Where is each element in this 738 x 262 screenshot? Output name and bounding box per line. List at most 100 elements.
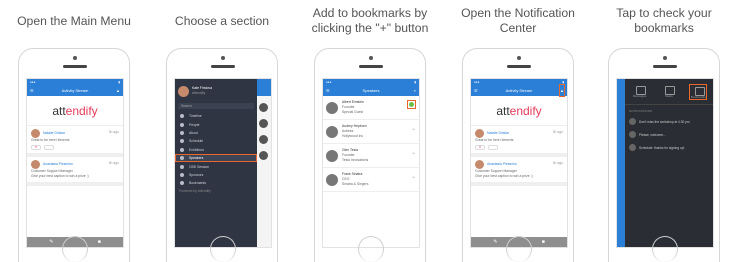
heart-icon[interactable]: ♥ xyxy=(475,145,485,150)
speaker-list: Albert Einstein Founder Special Guest Audr… xyxy=(323,96,419,192)
home-button xyxy=(210,236,236,262)
post-author[interactable]: Anastasia Piesenko xyxy=(43,162,73,167)
heart-icon[interactable]: ♥ xyxy=(31,145,41,150)
step-caption: Tap to check your bookmarks xyxy=(616,6,712,35)
post-time: 3h ago xyxy=(108,130,119,134)
drawer-profile[interactable]: Kate Firstova Attendify xyxy=(175,79,257,103)
speaker-row[interactable]: Albert Einstein Founder Special Guest xyxy=(323,96,419,120)
step-caption: Open the Notification Center xyxy=(461,6,575,35)
avatar xyxy=(31,129,40,138)
timeline-icon xyxy=(180,114,184,119)
notification-item[interactable]: Don't miss the workshop at 4:30 pm xyxy=(625,115,713,128)
avatar xyxy=(629,144,636,151)
menu-icon[interactable]: ☰ xyxy=(326,85,330,96)
post-time: 3h ago xyxy=(108,161,119,165)
menu-item-about[interactable]: About xyxy=(175,129,257,137)
avatar xyxy=(326,125,338,138)
menu-item-schedule[interactable]: Schedule xyxy=(175,137,257,145)
add-bookmark-button[interactable]: + xyxy=(412,175,415,181)
add-bookmark-button[interactable]: + xyxy=(412,127,415,133)
notification-item[interactable]: Please, welcome... xyxy=(625,128,713,141)
comment-icon[interactable] xyxy=(44,145,54,150)
phone-frame: Messages News Bookmarks NOTIFICATIONS Do… xyxy=(608,48,720,262)
phone-screen: Messages News Bookmarks NOTIFICATIONS Do… xyxy=(616,78,714,248)
tab-messages[interactable]: Messages xyxy=(631,84,649,100)
post-text: Great to be here! #events xyxy=(475,138,514,142)
bell-icon[interactable]: ▲ xyxy=(559,84,565,97)
post-author[interactable]: Anastasia Piesenko xyxy=(487,162,517,167)
notification-tabs: Messages News Bookmarks xyxy=(625,79,713,105)
people-icon xyxy=(180,122,184,127)
phone-frame: ●●● ▮ ☰ Activity Stream ▲ attendify Natal… xyxy=(18,48,130,262)
add-bookmark-button[interactable]: + xyxy=(412,151,415,157)
drawer-org: Attendify xyxy=(192,91,206,95)
menu-item-timeline[interactable]: Timeline xyxy=(175,112,257,120)
menu-item-speakers[interactable]: Speakers xyxy=(175,153,257,163)
speaker-row[interactable]: Frank Sinatra CEO Sinatra & Singers + xyxy=(323,168,419,192)
post-time: 3h ago xyxy=(552,130,563,134)
feed-post[interactable]: Natalie Dinklar 3h ago Great to be here!… xyxy=(471,126,567,157)
avatar xyxy=(475,160,484,169)
home-button xyxy=(652,236,678,262)
search-icon[interactable]: ⌕ xyxy=(414,85,416,96)
flag-icon xyxy=(180,172,184,177)
speaker-slot xyxy=(63,65,87,68)
comment-icon[interactable] xyxy=(488,145,498,150)
step-open-notifications: Open the Notification Center ●●● ▮ ☰ Acti… xyxy=(444,0,592,262)
speaker-slot xyxy=(211,65,235,68)
speaker-icon xyxy=(180,156,184,161)
app-header: ☰ Activity Stream ▲ xyxy=(27,85,123,96)
avatar xyxy=(326,149,338,162)
add-bookmark-button[interactable] xyxy=(407,100,416,109)
camera-dot xyxy=(369,56,373,60)
phone-screen: Kate Firstova Attendify Search Timeline … xyxy=(174,78,272,248)
phone-frame: ●●● ▮ ☰ Activity Stream ▲ attendify Natal… xyxy=(462,48,574,262)
feed-post[interactable]: Natalie Dinklar 3h ago Great to be here!… xyxy=(27,126,123,157)
feed-post[interactable]: Anastasia Piesenko 3h ago Customer Suppo… xyxy=(471,157,567,186)
header-title: Activity Stream xyxy=(505,88,533,93)
camera-dot xyxy=(221,56,225,60)
avatar xyxy=(475,129,484,138)
post-author[interactable]: Natalie Dinklar xyxy=(43,131,65,136)
menu-icon[interactable]: ☰ xyxy=(474,85,478,96)
bell-icon[interactable]: ▲ xyxy=(116,85,120,96)
drawer-search[interactable]: Search xyxy=(178,103,254,109)
avatar xyxy=(326,173,338,186)
menu-item-cbd-session[interactable]: CBD Session xyxy=(175,162,257,170)
notification-item[interactable]: Schedule: thanks for signing up! xyxy=(625,141,713,154)
pencil-icon[interactable]: ✎ xyxy=(49,239,53,245)
avatar xyxy=(178,85,189,97)
tab-news[interactable]: News xyxy=(660,84,678,100)
post-author[interactable]: Natalie Dinklar xyxy=(487,131,509,136)
pencil-icon[interactable]: ✎ xyxy=(493,239,497,245)
feed-post[interactable]: Anastasia Piesenko 3h ago Customer Suppo… xyxy=(27,157,123,186)
step-add-bookmark: Add to bookmarks by clicking the "+" but… xyxy=(296,0,444,262)
feed-peek xyxy=(255,79,271,247)
step-choose-section: Choose a section Kate Firstova Attendify… xyxy=(148,0,296,262)
speaker-row[interactable]: Audrey Hepburn Actress Hollywood Inc + xyxy=(323,120,419,144)
home-button xyxy=(358,236,384,262)
header-title: Activity Stream xyxy=(61,88,89,93)
menu-icon[interactable]: ☰ xyxy=(30,85,34,96)
menu-item-sponsors[interactable]: Sponsors xyxy=(175,171,257,179)
post-text: Give your best caption to win a prize :) xyxy=(475,174,533,178)
info-icon xyxy=(180,130,184,135)
menu-item-people[interactable]: People xyxy=(175,120,257,128)
tab-bookmarks[interactable]: Bookmarks xyxy=(689,83,708,100)
camera-icon[interactable]: ■ xyxy=(542,239,545,245)
menu-item-exhibitors[interactable]: Exhibitors xyxy=(175,146,257,154)
camera-dot xyxy=(663,56,667,60)
post-text: Give your best caption to win a prize :) xyxy=(31,174,89,178)
session-icon xyxy=(180,164,184,169)
attendify-logo: attendify xyxy=(27,96,123,126)
post-time: 3h ago xyxy=(552,161,563,165)
avatar xyxy=(629,131,636,138)
speaker-row[interactable]: Glen Tesla Founder Tesla Innovations + xyxy=(323,144,419,168)
camera-icon[interactable]: ■ xyxy=(98,239,101,245)
phone-frame: ●●● ▮ ☰ Speakers ⌕ Albert Einstein Founder… xyxy=(314,48,426,262)
notification-center: Messages News Bookmarks NOTIFICATIONS Do… xyxy=(625,79,713,247)
menu-item-bookmarks[interactable]: Bookmarks xyxy=(175,179,257,187)
bookmark-icon xyxy=(180,181,184,186)
clock-icon xyxy=(180,139,184,144)
drawer-footer: Powered by Attendify xyxy=(179,188,211,193)
